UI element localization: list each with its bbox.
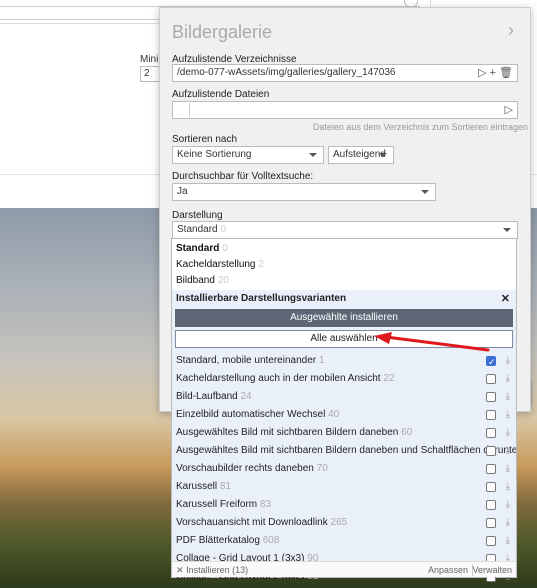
variant-checkbox[interactable] — [486, 518, 496, 528]
variant-item[interactable]: PDF Blätterkatalog 608 ⤓ — [172, 532, 516, 550]
dropdown-option[interactable]: Standard 0 — [172, 241, 516, 257]
download-icon[interactable]: ⤓ — [506, 370, 510, 388]
chevron-down-icon — [379, 153, 387, 157]
display-value: Standard — [177, 224, 218, 235]
cursor-arrow-icon[interactable]: ▷ — [505, 103, 513, 116]
variant-checkbox[interactable] — [486, 353, 496, 370]
variant-checkbox[interactable] — [486, 410, 496, 420]
variant-item[interactable]: Ausgewähltes Bild mit sichtbaren Bildern… — [172, 424, 516, 442]
chevron-down-icon — [421, 190, 429, 194]
variant-item[interactable]: Karussell 81 ⤓ — [172, 478, 516, 496]
files-hint: Dateien aus dem Verzeichnis zum Sortiere… — [312, 122, 528, 132]
download-icon[interactable]: ⤓ — [506, 442, 510, 460]
chevron-down-icon — [309, 153, 317, 157]
dropdown-footer: ✕ Installieren (13) Anpassen Verwalten — [172, 561, 516, 577]
variant-checkbox[interactable] — [486, 536, 496, 546]
trash-icon[interactable]: 🗑 — [499, 67, 513, 79]
variant-checkbox[interactable] — [486, 482, 496, 492]
chevron-down-icon — [503, 228, 511, 232]
download-icon[interactable]: ⤓ — [506, 478, 510, 496]
sort-label: Sortieren nach — [172, 134, 238, 145]
search-select[interactable]: Ja — [172, 183, 436, 201]
display-select[interactable]: Standard 0 — [172, 221, 518, 239]
download-icon[interactable]: ⤓ — [506, 406, 510, 424]
close-icon: ✕ — [176, 565, 184, 575]
download-icon[interactable]: ⤓ — [506, 532, 510, 550]
variant-checkbox[interactable] — [486, 446, 496, 456]
panel-title: Bildergalerie — [172, 22, 273, 42]
variant-checkbox[interactable] — [486, 464, 496, 474]
installable-variants-header: Installierbare Darstellungsvarianten ✕ — [172, 290, 516, 308]
display-count: 0 — [220, 224, 226, 235]
search-label: Durchsuchbar für Volltextsuche: — [172, 171, 314, 182]
chevron-right-icon[interactable]: › — [508, 20, 514, 41]
variant-item[interactable]: Bild-Laufband 24 ⤓ — [172, 388, 516, 406]
files-field-divider — [189, 103, 190, 117]
directories-field[interactable]: /demo-077-wAssets/img/galleries/gallery_… — [172, 64, 518, 82]
download-icon[interactable]: ⤓ — [506, 388, 510, 406]
display-dropdown: Standard 0 Kacheldarstellung 2 Bildband … — [171, 238, 517, 582]
download-icon[interactable]: ⤓ — [506, 352, 510, 370]
variant-item[interactable]: Vorschauansicht mit Downloadlink 265 ⤓ — [172, 514, 516, 532]
display-label: Darstellung — [172, 210, 223, 221]
variant-checkbox[interactable] — [486, 500, 496, 510]
footer-manage-link[interactable]: Verwalten — [472, 562, 512, 578]
variant-item[interactable]: Einzelbild automatischer Wechsel 40 ⤓ — [172, 406, 516, 424]
variant-item[interactable]: Vorschaubilder rechts daneben 70 ⤓ — [172, 460, 516, 478]
variant-item[interactable]: Ausgewähltes Bild mit sichtbaren Bildern… — [172, 442, 516, 460]
variants-list: Standard, mobile untereinander 1⤓ Kachel… — [172, 352, 516, 586]
variant-checkbox[interactable] — [486, 428, 496, 438]
files-label: Aufzulistende Dateien — [172, 89, 270, 100]
download-icon[interactable]: ⤓ — [506, 496, 510, 514]
sort-order-value: Aufsteigend — [333, 149, 386, 160]
sort-order-select[interactable]: Aufsteigend — [328, 146, 394, 164]
download-icon[interactable]: ⤓ — [506, 460, 510, 478]
variant-checkbox[interactable] — [486, 374, 496, 384]
install-selected-button[interactable]: Ausgewählte installieren — [175, 309, 513, 327]
search-value: Ja — [177, 186, 188, 197]
plus-icon[interactable]: + — [490, 67, 496, 79]
files-field[interactable]: ▷ — [172, 101, 518, 119]
sort-value: Keine Sortierung — [177, 149, 252, 160]
directories-value: /demo-077-wAssets/img/galleries/gallery_… — [177, 67, 396, 78]
variant-checkbox[interactable] — [486, 392, 496, 402]
download-icon[interactable]: ⤓ — [506, 424, 510, 442]
footer-adjust-link[interactable]: Anpassen — [428, 562, 468, 578]
sort-select[interactable]: Keine Sortierung — [172, 146, 324, 164]
cursor-arrow-icon[interactable]: ▷ — [478, 67, 486, 79]
dropdown-option[interactable]: Kacheldarstellung 2 — [172, 257, 516, 273]
footer-install-link[interactable]: ✕ Installieren (13) — [176, 562, 248, 578]
variant-item[interactable]: Kacheldarstellung auch in der mobilen An… — [172, 370, 516, 388]
dropdown-option[interactable]: Bildband 20 — [172, 273, 516, 289]
close-icon[interactable]: ✕ — [501, 290, 510, 308]
download-icon[interactable]: ⤓ — [506, 514, 510, 532]
variant-item[interactable]: Karussell Freiform 83 ⤓ — [172, 496, 516, 514]
red-annotation-arrow — [374, 332, 490, 352]
